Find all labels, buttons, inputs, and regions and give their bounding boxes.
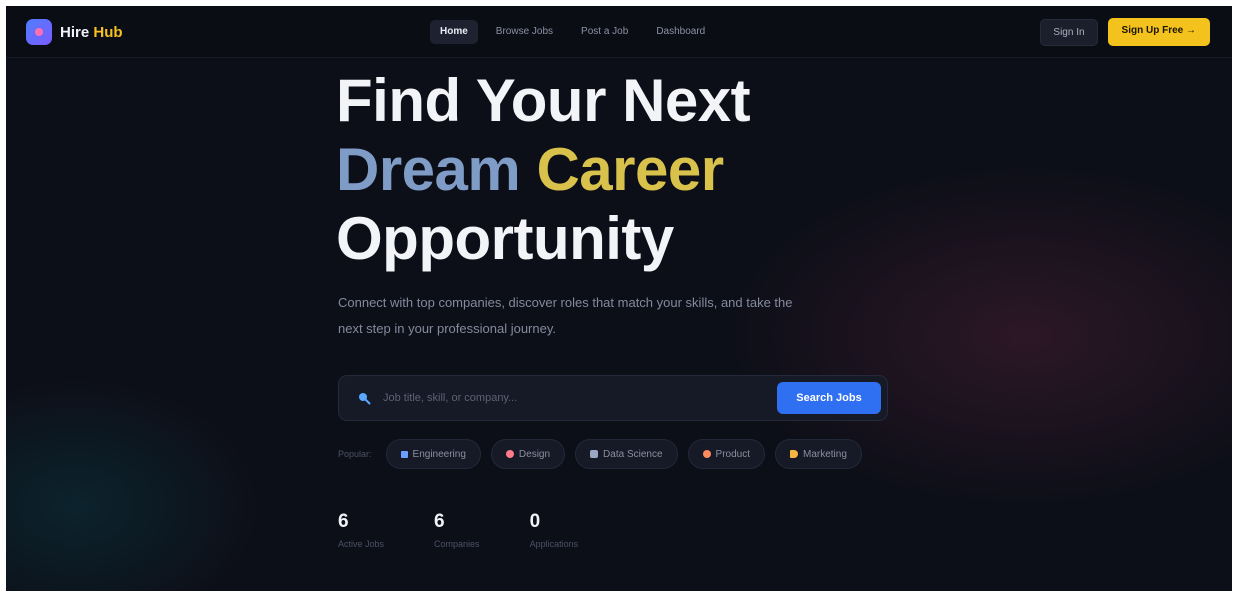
hero-title-word-dream: Dream — [336, 136, 521, 203]
top-navbar: Hire Hub Home Browse Jobs Post a Job Das… — [6, 6, 1232, 58]
nav-link-dashboard[interactable]: Dashboard — [646, 20, 715, 44]
brand-name: Hire Hub — [60, 24, 123, 41]
brand-name-accent: Hub — [93, 23, 123, 41]
chip-label: Marketing — [803, 448, 847, 460]
chart-icon — [590, 450, 599, 458]
sign-up-button[interactable]: Sign Up Free → — [1107, 18, 1210, 46]
chip-engineering[interactable]: Engineering — [385, 439, 481, 469]
chip-label: Engineering — [412, 448, 466, 460]
page-frame: Hire Hub Home Browse Jobs Post a Job Das… — [6, 6, 1232, 591]
search-jobs-button[interactable]: Search Jobs — [777, 382, 881, 414]
chip-marketing[interactable]: Marketing — [775, 439, 862, 469]
hero-title-line2: Dream Career — [336, 135, 750, 204]
stat-applications: 0 Applications — [530, 511, 579, 549]
stat-label: Applications — [529, 539, 579, 549]
nav-link-browse-jobs[interactable]: Browse Jobs — [486, 20, 563, 44]
search-icon — [359, 393, 371, 405]
stats-row: 6 Active Jobs 6 Companies 0 Applications — [338, 511, 578, 549]
brand[interactable]: Hire Hub — [26, 19, 123, 45]
search-bar: Search Jobs — [338, 375, 888, 421]
chip-product[interactable]: Product — [687, 439, 765, 469]
hero-title: Find Your Next Dream Career Opportunity — [336, 66, 751, 273]
nav-links: Home Browse Jobs Post a Job Dashboard — [430, 20, 715, 44]
popular-categories: Popular: Engineering Design Data Science… — [338, 439, 862, 469]
stat-label: Active Jobs — [338, 539, 385, 549]
stat-active-jobs: 6 Active Jobs — [338, 511, 384, 549]
stat-companies: 6 Companies — [434, 511, 480, 549]
nav-link-post-job[interactable]: Post a Job — [571, 20, 638, 44]
stat-value: 6 — [338, 511, 349, 532]
hero-title-word-career: Career — [536, 136, 724, 203]
sign-in-button[interactable]: Sign In — [1040, 18, 1098, 46]
stat-label: Companies — [434, 539, 480, 549]
stat-value: 0 — [529, 511, 541, 532]
chip-design[interactable]: Design — [490, 439, 566, 469]
chip-label: Data Science — [603, 448, 663, 460]
megaphone-icon — [790, 450, 798, 458]
palette-icon — [505, 450, 514, 458]
target-icon — [702, 450, 711, 458]
hero-title-line1: Find Your Next — [336, 67, 751, 134]
code-icon — [400, 450, 408, 458]
stat-value: 6 — [434, 511, 445, 532]
chip-label: Product — [715, 448, 750, 460]
popular-label: Popular: — [338, 449, 372, 459]
brand-name-primary: Hire — [60, 23, 90, 41]
hero-title-line3: Opportunity — [336, 205, 674, 272]
nav-actions: Sign In Sign Up Free → — [1040, 18, 1210, 46]
chip-label: Design — [518, 448, 551, 460]
search-input[interactable] — [383, 387, 763, 409]
nav-link-home[interactable]: Home — [430, 20, 478, 44]
logo-icon — [26, 19, 52, 45]
hero-description: Connect with top companies, discover rol… — [338, 295, 793, 336]
chip-data-science[interactable]: Data Science — [575, 439, 678, 469]
